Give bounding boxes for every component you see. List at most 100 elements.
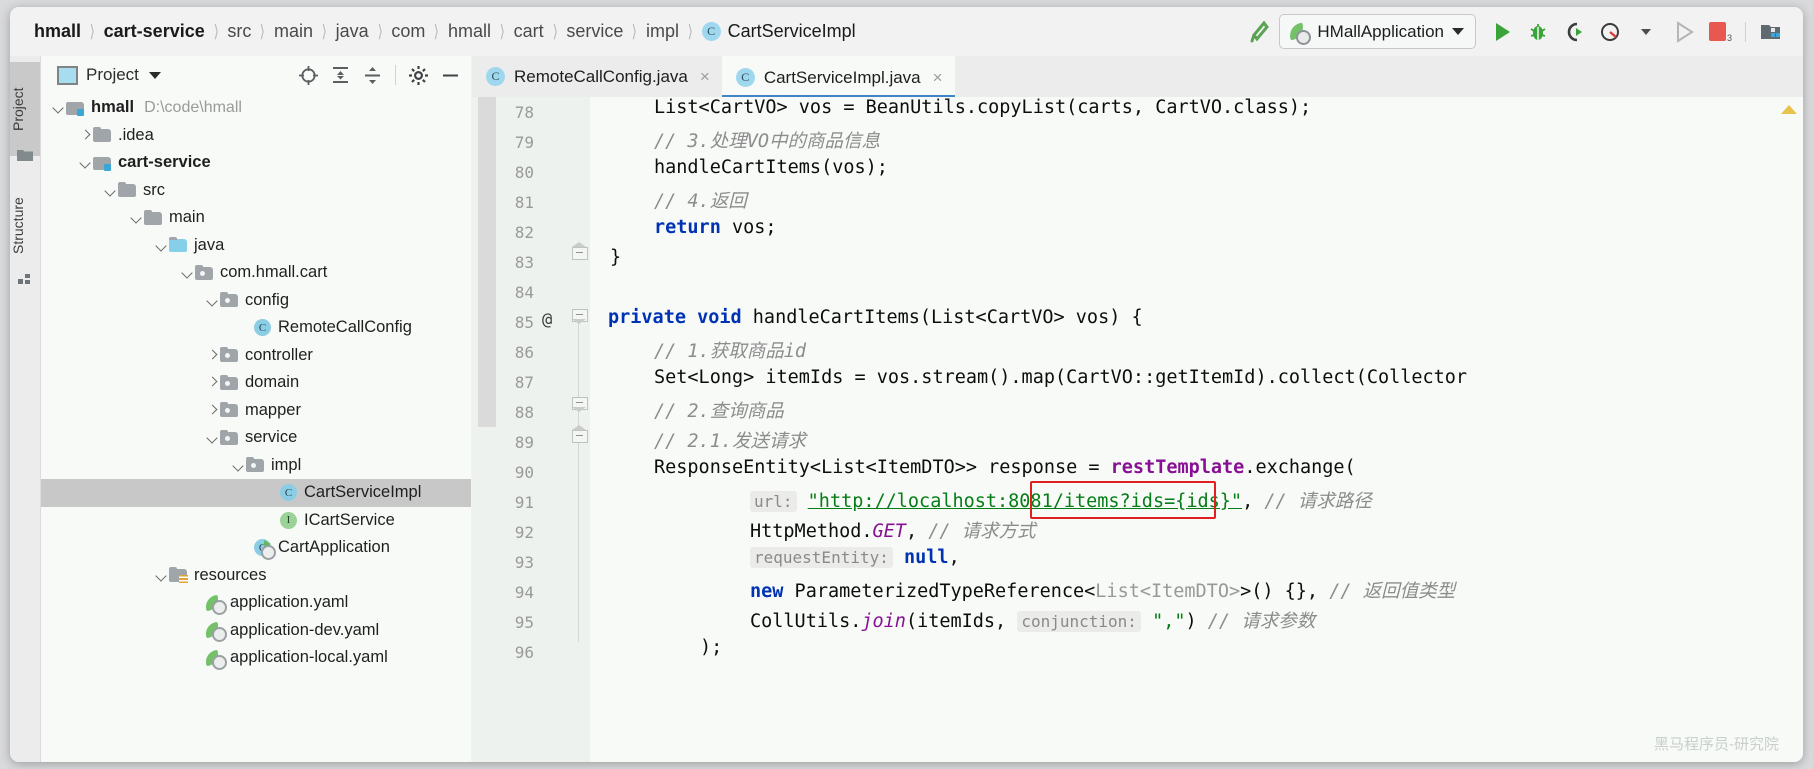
tree-row-domain[interactable]: domain: [41, 369, 471, 397]
run-configuration-selector[interactable]: HMallApplication: [1279, 14, 1476, 49]
code-text[interactable]: List<CartVO> vos = BeanUtils.copyList(ca…: [590, 97, 1803, 762]
line-number: 96: [494, 643, 534, 662]
tree-row-controller[interactable]: controller: [41, 342, 471, 370]
crosshair-icon[interactable]: [294, 61, 323, 90]
run-button[interactable]: [1486, 16, 1518, 48]
tree-row-application-local-yaml[interactable]: application-local.yaml: [41, 644, 471, 672]
chevron-down-icon[interactable]: [78, 155, 93, 170]
line-number: 94: [494, 583, 534, 602]
editor-gutter[interactable]: 78 79 80 81 82 83 84 85 86 87 88 89 90 9…: [472, 97, 590, 762]
chevron-down-icon[interactable]: [205, 430, 220, 445]
tree-row-cartserviceimpl[interactable]: C CartServiceImpl: [41, 479, 471, 507]
code-line-90: ResponseEntity<List<ItemDTO>> response =…: [654, 457, 1356, 478]
package-icon: [220, 292, 239, 308]
stop-count-badge: 3: [1727, 33, 1732, 43]
tree-row-java[interactable]: java: [41, 232, 471, 260]
tab-cartserviceimpl[interactable]: C CartServiceImpl.java ×: [722, 56, 955, 97]
code-editor[interactable]: 78 79 80 81 82 83 84 85 86 87 88 89 90 9…: [472, 97, 1803, 762]
tree-row-config[interactable]: config: [41, 287, 471, 315]
folder-icon: [93, 127, 112, 143]
breadcrumb-separator-icon: ⟩: [320, 22, 329, 42]
chevron-right-icon[interactable]: [78, 128, 93, 143]
tree-row-cart-service[interactable]: cart-service: [41, 149, 471, 177]
tree-label: src: [143, 181, 165, 200]
hammer-icon[interactable]: [1243, 16, 1275, 48]
bug-icon[interactable]: [1522, 16, 1554, 48]
chevron-down-icon[interactable]: [149, 72, 161, 79]
breadcrumb-item-impl[interactable]: impl: [640, 21, 685, 42]
breadcrumb-item-src[interactable]: src: [221, 21, 257, 42]
tree-label: java: [194, 236, 224, 255]
sidebar-item-structure[interactable]: Structure: [10, 172, 40, 280]
breadcrumb-item-main[interactable]: main: [268, 21, 319, 42]
tree-label: CartServiceImpl: [304, 483, 421, 502]
breadcrumb-item-service[interactable]: service: [560, 21, 629, 42]
chevron-right-icon[interactable]: [205, 403, 220, 418]
tree-row-idea[interactable]: .idea: [41, 122, 471, 150]
chevron-down-icon[interactable]: [180, 265, 195, 280]
tree-row-com-hmall-cart[interactable]: com.hmall.cart: [41, 259, 471, 287]
tree-row-service[interactable]: service: [41, 424, 471, 452]
code-line-85: private void handleCartItems(List<CartVO…: [608, 307, 1143, 328]
annotation-gutter-marker[interactable]: @: [542, 310, 552, 330]
collapse-all-icon[interactable]: [358, 61, 387, 90]
code-fold-toggle[interactable]: [572, 430, 587, 444]
tree-row-main[interactable]: main: [41, 204, 471, 232]
chevron-down-icon[interactable]: [205, 293, 220, 308]
tab-remotecallconfig[interactable]: C RemoteCallConfig.java ×: [472, 56, 722, 97]
resources-folder-icon: [169, 567, 188, 583]
chevron-down-icon[interactable]: [51, 100, 66, 115]
chevron-down-icon[interactable]: [103, 183, 118, 198]
tree-row-src[interactable]: src: [41, 177, 471, 205]
breadcrumb-item-cart[interactable]: cart: [508, 21, 550, 42]
spring-yaml-icon: [205, 622, 224, 638]
breadcrumb-item-java[interactable]: java: [330, 21, 375, 42]
inspection-warning-marker[interactable]: [1781, 105, 1797, 114]
tree-row-resources[interactable]: resources: [41, 562, 471, 590]
profiler-icon[interactable]: [1594, 16, 1626, 48]
breadcrumb-item-cart-service[interactable]: cart-service: [98, 21, 211, 42]
tree-row-remotecallconfig[interactable]: C RemoteCallConfig: [41, 314, 471, 342]
code-line-88: // 2.查询商品: [654, 397, 784, 423]
project-folder-icon[interactable]: [17, 148, 33, 162]
breadcrumb-item-hmall-pkg[interactable]: hmall: [442, 21, 497, 42]
sidebar-item-project[interactable]: Project: [10, 62, 40, 156]
close-icon[interactable]: ×: [933, 68, 943, 88]
minus-icon[interactable]: [436, 61, 465, 90]
tree-row-application-yaml[interactable]: application.yaml: [41, 589, 471, 617]
chevron-down-icon[interactable]: [129, 210, 144, 225]
tree-label: hmall: [91, 98, 134, 117]
expand-all-icon[interactable]: [326, 61, 355, 90]
tree-row-application-dev-yaml[interactable]: application-dev.yaml: [41, 617, 471, 645]
services-icon[interactable]: [1755, 16, 1787, 48]
tree-row-impl[interactable]: impl: [41, 452, 471, 480]
structure-icon[interactable]: [17, 272, 33, 286]
close-icon[interactable]: ×: [700, 67, 710, 87]
code-line-92: HttpMethod.GET, // 请求方式: [750, 517, 1036, 543]
tree-label: application-dev.yaml: [230, 621, 379, 640]
code-fold-toggle[interactable]: [572, 247, 587, 261]
rerun-disabled-icon[interactable]: [1668, 16, 1700, 48]
chevron-down-icon[interactable]: [154, 568, 169, 583]
tree-row-cartapplication[interactable]: C CartApplication: [41, 534, 471, 562]
tree-row-mapper[interactable]: mapper: [41, 397, 471, 425]
gear-icon[interactable]: [404, 61, 433, 90]
breadcrumb-separator-icon: ⟩: [686, 22, 695, 42]
stop-button[interactable]: 3: [1704, 16, 1736, 48]
tree-row-icartservice[interactable]: I ICartService: [41, 507, 471, 535]
chevron-down-icon[interactable]: [154, 238, 169, 253]
breadcrumb-item-hmall[interactable]: hmall: [28, 21, 87, 42]
run-with-coverage-icon[interactable]: [1558, 16, 1590, 48]
spring-yaml-icon: [205, 650, 224, 666]
code-fold-toggle[interactable]: [572, 397, 587, 411]
breadcrumb-item-com[interactable]: com: [385, 21, 431, 42]
chevron-down-icon[interactable]: [1630, 16, 1664, 48]
package-icon: [220, 347, 239, 363]
code-fold-toggle[interactable]: [572, 309, 587, 323]
chevron-right-icon[interactable]: [205, 348, 220, 363]
breadcrumb-item-current-file[interactable]: C CartServiceImpl: [696, 21, 862, 42]
tree-row-hmall[interactable]: hmall D:\code\hmall: [41, 94, 471, 122]
chevron-right-icon[interactable]: [205, 375, 220, 390]
line-number: 91: [494, 493, 534, 512]
chevron-down-icon[interactable]: [231, 458, 246, 473]
